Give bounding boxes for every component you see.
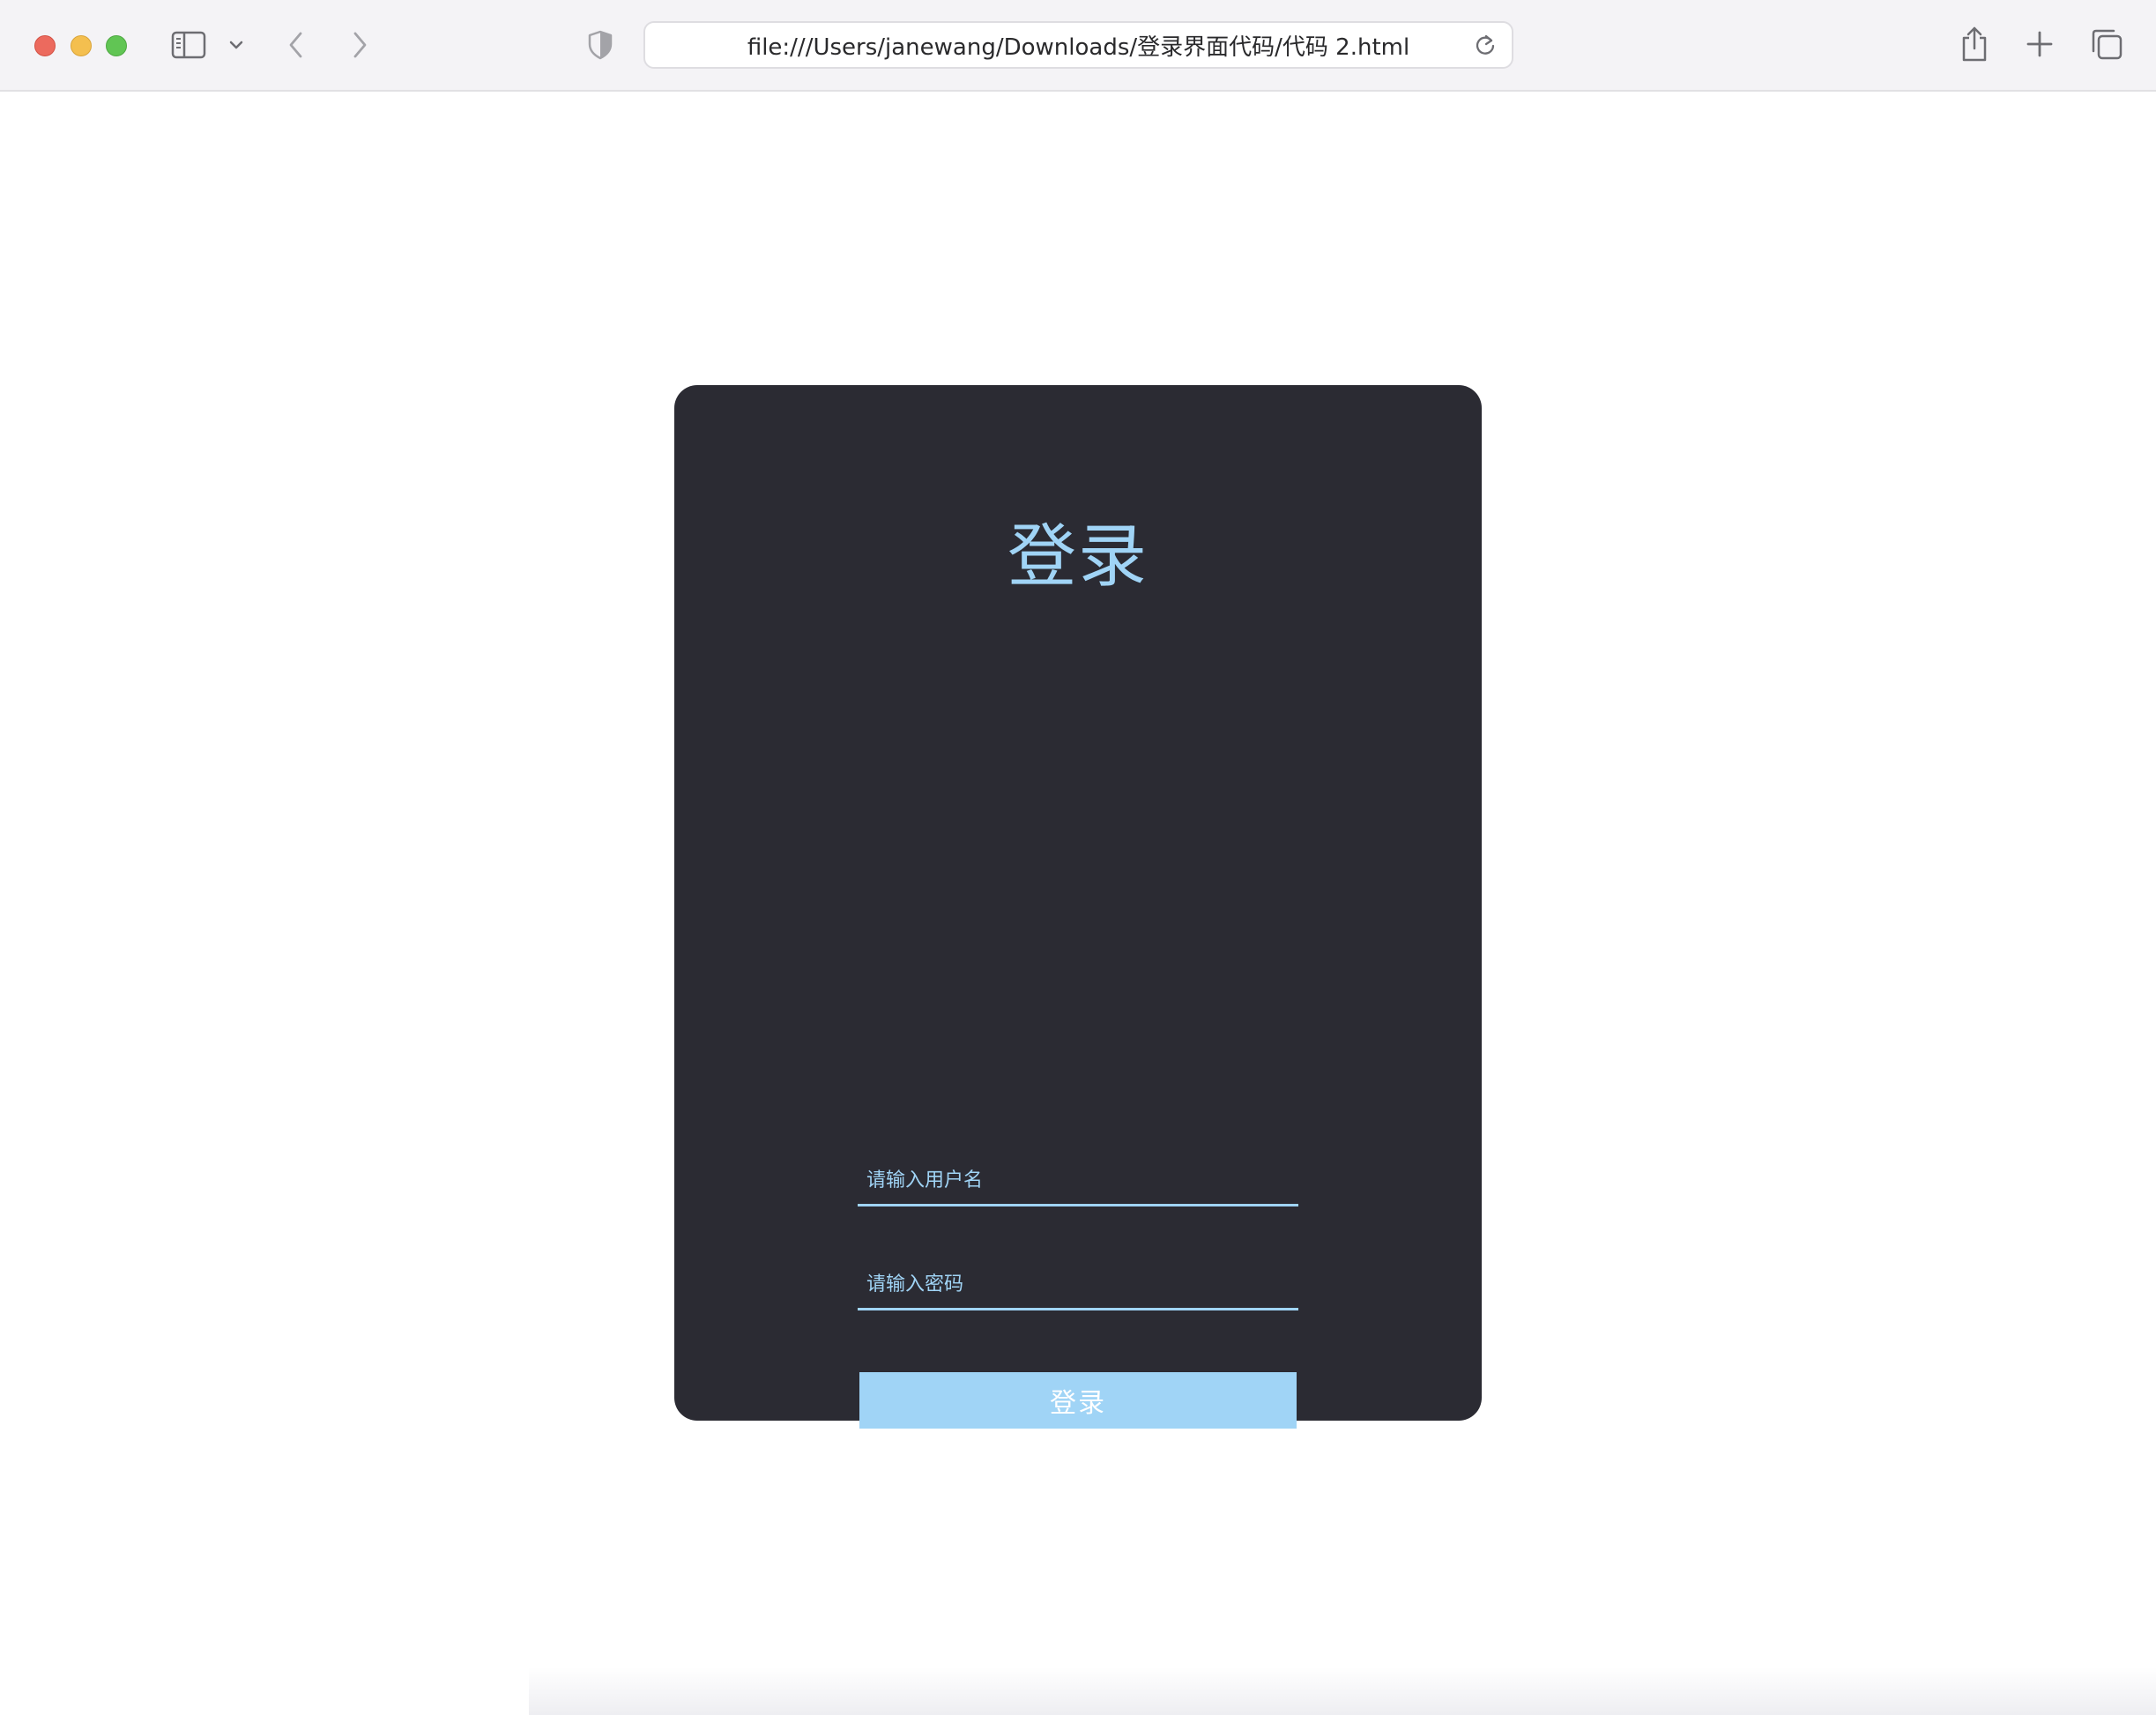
browser-window: file:///Users/janewang/Downloads/登录界面代码/…: [0, 0, 2156, 1715]
maximize-window-button[interactable]: [106, 35, 127, 56]
reload-icon[interactable]: [1472, 32, 1498, 58]
minimize-window-button[interactable]: [71, 35, 92, 56]
plus-icon[interactable]: [2024, 28, 2056, 60]
chevron-down-icon[interactable]: [226, 33, 247, 56]
chevron-left-icon[interactable]: [282, 28, 310, 62]
browser-toolbar: file:///Users/janewang/Downloads/登录界面代码/…: [0, 0, 2156, 92]
tabs-icon[interactable]: [2089, 26, 2124, 62]
window-shadow: [529, 1667, 2156, 1715]
close-window-button[interactable]: [34, 35, 56, 56]
chevron-right-icon[interactable]: [346, 28, 374, 62]
username-input[interactable]: [858, 1157, 1298, 1204]
url-text[interactable]: file:///Users/janewang/Downloads/登录界面代码/…: [645, 23, 1459, 67]
password-input[interactable]: [858, 1261, 1298, 1308]
login-card: 登录 登录: [674, 385, 1482, 1429]
share-icon[interactable]: [1959, 25, 1990, 63]
login-button[interactable]: 登录: [859, 1372, 1297, 1429]
shield-icon[interactable]: [585, 28, 615, 62]
sidebar-icon[interactable]: [171, 29, 206, 61]
password-field[interactable]: [858, 1261, 1298, 1310]
username-field[interactable]: [858, 1157, 1298, 1206]
address-bar[interactable]: file:///Users/janewang/Downloads/登录界面代码/…: [643, 21, 1513, 69]
login-title: 登录: [1007, 517, 1149, 597]
